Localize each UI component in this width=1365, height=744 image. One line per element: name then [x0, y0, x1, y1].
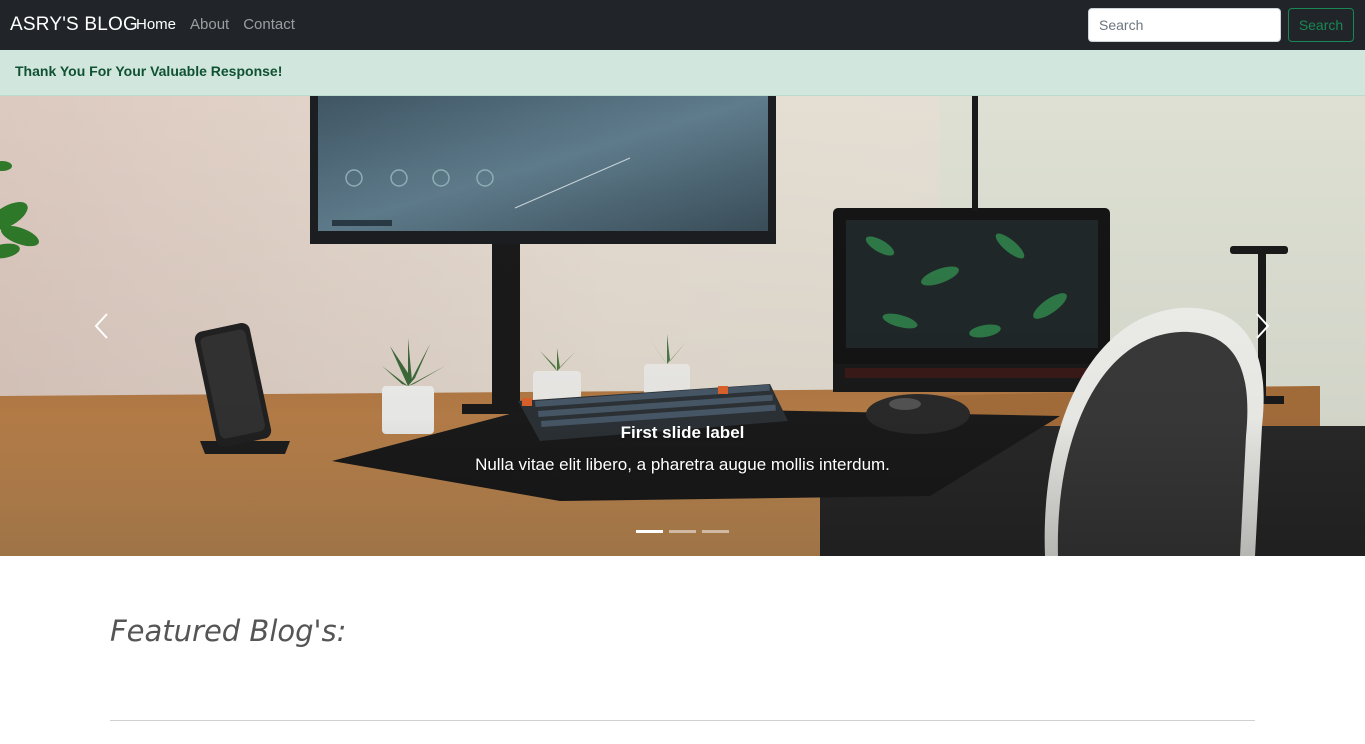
nav-contact-link[interactable]: Contact	[243, 16, 295, 33]
brand-logo[interactable]: ASRY'S BLOG	[10, 14, 138, 36]
search-input[interactable]	[1088, 8, 1281, 42]
chevron-left-icon	[94, 313, 108, 339]
caption-title: First slide label	[620, 423, 745, 442]
alert-message: Thank You For Your Valuable Response!	[15, 63, 283, 79]
search-button[interactable]: Search	[1288, 8, 1354, 42]
caption-text: Nulla vitae elit libero, a pharetra augu…	[475, 455, 890, 474]
navbar: ASRY'S BLOG Home About Contact Search	[0, 0, 1365, 50]
carousel-indicator-2[interactable]	[669, 530, 696, 533]
featured-heading: Featured Blog's:	[110, 614, 347, 648]
carousel-next-button[interactable]	[1242, 306, 1282, 346]
carousel-indicator-1[interactable]	[636, 530, 663, 533]
section-divider	[110, 720, 1255, 721]
success-alert: Thank You For Your Valuable Response!	[0, 50, 1365, 96]
hero-carousel: First slide label Nulla vitae elit liber…	[0, 96, 1365, 556]
carousel-indicator-3[interactable]	[702, 530, 729, 533]
nav-home-link[interactable]: Home	[136, 16, 176, 33]
carousel-prev-button[interactable]	[82, 306, 122, 346]
chevron-right-icon	[1256, 313, 1270, 339]
carousel-indicators	[636, 530, 729, 533]
carousel-caption: First slide label Nulla vitae elit liber…	[0, 423, 1365, 475]
desk-setup-image	[0, 96, 1365, 556]
nav-about-link[interactable]: About	[190, 16, 229, 33]
nav-links: Home About Contact	[136, 16, 295, 33]
